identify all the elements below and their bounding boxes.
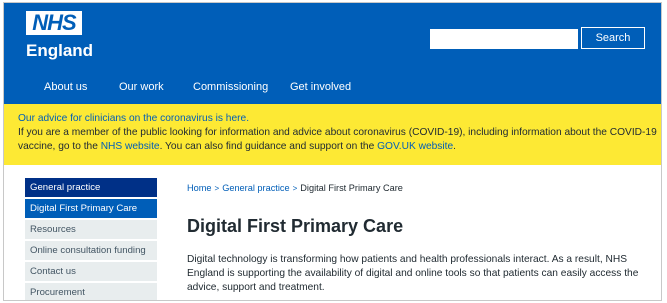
search-input[interactable] xyxy=(430,29,578,49)
gov-uk-website-link[interactable]: GOV.UK website xyxy=(377,141,453,152)
breadcrumb-general-practice[interactable]: General practice xyxy=(222,183,289,193)
nav-item-commissioning[interactable]: Commissioning xyxy=(193,81,268,93)
sidebar-item-contact-us[interactable]: Contact us xyxy=(25,262,157,281)
main-nav: About us Our work Commissioning Get invo… xyxy=(4,75,661,99)
breadcrumb: Home > General practice > Digital First Prim… xyxy=(187,183,403,193)
sidebar-item-resources[interactable]: Resources xyxy=(25,220,157,239)
nav-item-get-involved[interactable]: Get involved xyxy=(290,81,351,93)
page-title: Digital First Primary Care xyxy=(187,216,404,236)
sidebar-item-digital-first-primary-care[interactable]: Digital First Primary Care xyxy=(25,199,157,218)
alert-text: . xyxy=(453,141,456,152)
coronavirus-alert-banner: Our advice for clinicians on the coronav… xyxy=(4,104,661,165)
nav-item-our-work[interactable]: Our work xyxy=(119,81,164,93)
alert-text: vaccine, go to the xyxy=(18,141,101,152)
sidebar-item-general-practice[interactable]: General practice xyxy=(25,178,157,197)
sidebar-item-online-consultation-funding[interactable]: Online consultation funding xyxy=(25,241,157,260)
nhs-logo[interactable]: NHS xyxy=(26,11,82,35)
breadcrumb-current: Digital First Primary Care xyxy=(300,183,403,193)
browser-viewport: NHS England Search About us Our work Com… xyxy=(3,2,662,301)
sidebar-nav: General practice Digital First Primary C… xyxy=(25,178,157,300)
chevron-right-icon: > xyxy=(292,184,298,193)
org-name: England xyxy=(26,41,94,60)
breadcrumb-home[interactable]: Home xyxy=(187,183,212,193)
nav-item-about-us[interactable]: About us xyxy=(44,81,87,93)
site-header: NHS England Search About us Our work Com… xyxy=(4,3,661,104)
logo-text: NHS xyxy=(32,10,76,35)
intro-paragraph: Digital technology is transforming how p… xyxy=(187,254,639,293)
chevron-right-icon: > xyxy=(214,184,220,193)
clinician-advice-link[interactable]: Our advice for clinicians on the coronav… xyxy=(18,113,249,124)
sidebar-item-procurement[interactable]: Procurement xyxy=(25,283,157,300)
search-button[interactable]: Search xyxy=(581,27,645,49)
alert-text: . You can also find guidance and support… xyxy=(159,141,378,152)
nhs-website-link[interactable]: NHS website xyxy=(101,141,160,152)
alert-text-line: If you are a member of the public lookin… xyxy=(18,127,657,138)
